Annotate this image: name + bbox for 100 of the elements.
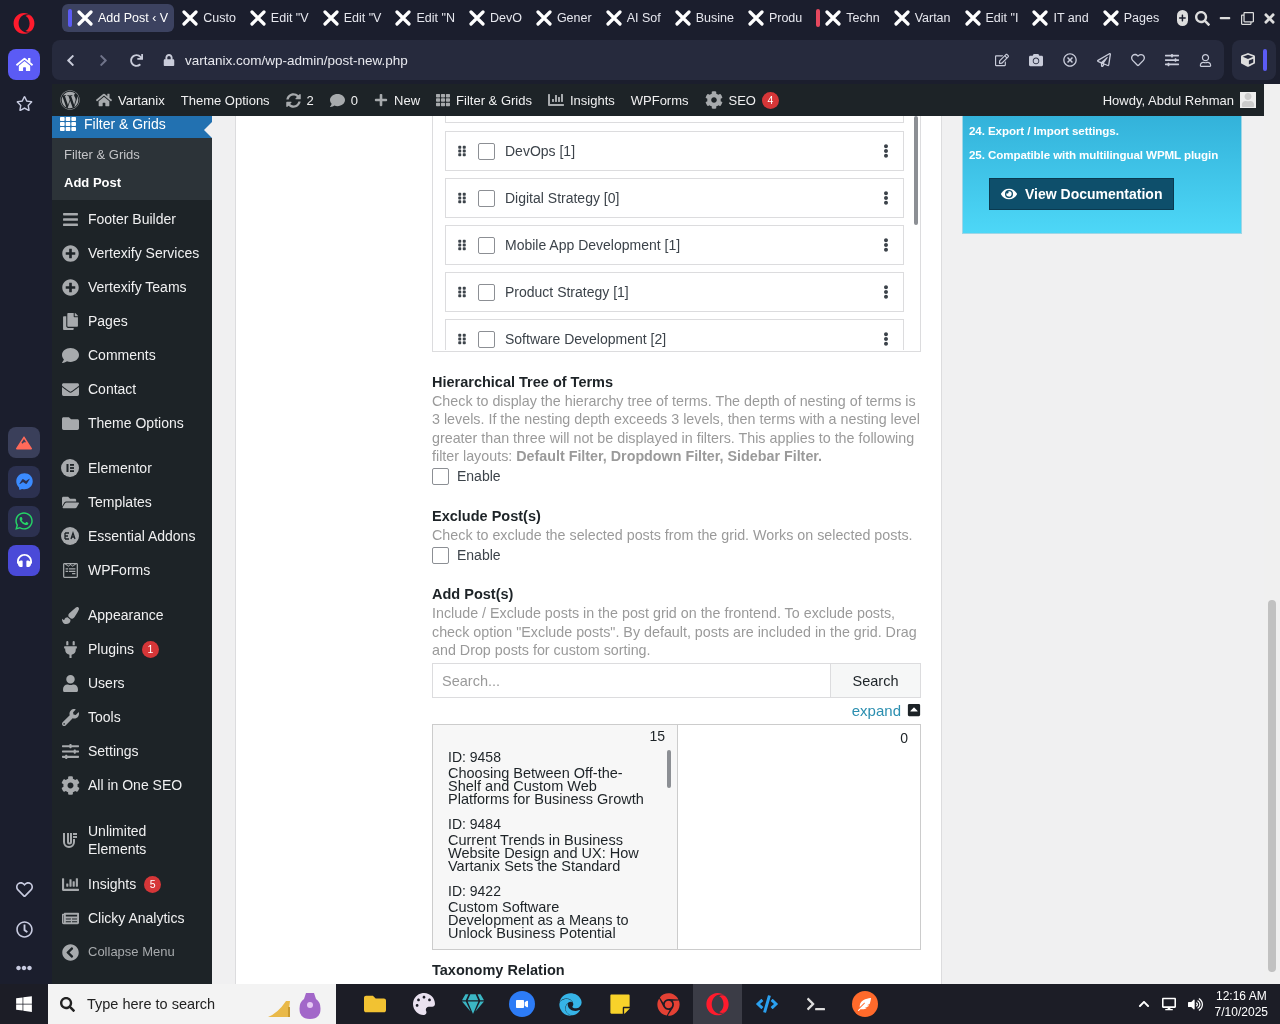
taskbar-search-field[interactable]: Type here to search [48,984,336,1024]
checkbox[interactable] [432,547,449,564]
admin-bar-item[interactable]: 0 [329,92,359,108]
caret-icon[interactable] [1137,998,1150,1010]
menu-item[interactable]: Templates [52,485,212,519]
clock[interactable]: 12:16 AM 7/10/2025 [1214,988,1268,1020]
camera-icon[interactable] [1029,53,1043,67]
sliders-icon[interactable] [1165,53,1179,67]
wordpress-logo-icon[interactable] [60,90,80,110]
checkbox[interactable] [478,283,495,301]
browser-tab[interactable]: AI Sof [599,4,667,32]
menu-item[interactable]: Essential Addons [52,519,212,553]
heart-icon[interactable] [1131,53,1145,67]
menu-item[interactable]: Settings [52,734,212,768]
view-documentation-button[interactable]: View Documentation [989,178,1175,210]
app-button[interactable] [8,427,40,459]
url-text[interactable]: vartanix.com/wp-admin/post-new.php [185,52,408,68]
edit-icon[interactable] [995,53,1009,67]
menu-item[interactable]: Footer Builder [52,202,212,236]
submenu-item[interactable]: Add Post [52,168,212,196]
menu-item[interactable]: Vertexify Teams [52,270,212,304]
menu-item[interactable]: Users [52,666,212,700]
browser-tab[interactable]: Edit "V [316,4,388,32]
browser-tab[interactable]: Custo [176,4,242,32]
extensions-button[interactable] [1232,40,1276,80]
admin-bar-item[interactable]: SEO 4 [704,91,779,109]
browser-tab[interactable]: Techn [810,4,886,32]
current-menu-item[interactable]: Filter & Grids [52,116,212,138]
drag-handle-icon[interactable] [456,333,468,345]
menu-item[interactable]: Pages [52,304,212,338]
admin-bar-item[interactable]: Insights [547,92,615,108]
term-item[interactable]: Digital Strategy [0] [445,178,904,218]
search-icon[interactable] [1194,10,1210,26]
menu-item[interactable]: Vertexify Services [52,236,212,270]
collapse-menu-button[interactable]: Collapse Menu [52,935,212,969]
network-icon[interactable] [1161,997,1176,1011]
checkbox[interactable] [478,236,495,254]
browser-tab[interactable]: Pages [1096,4,1166,32]
submenu-item[interactable]: Filter & Grids [52,140,212,168]
browser-tab[interactable]: Edit "N [389,4,461,32]
admin-bar-item[interactable]: Vartanix [96,92,165,108]
checkbox[interactable] [432,467,449,485]
opera-logo-icon[interactable] [13,13,35,35]
music-button[interactable] [8,544,40,577]
restore-icon[interactable] [1240,11,1254,25]
admin-bar-link[interactable]: WPForms [630,92,689,108]
messenger-button[interactable] [8,466,40,498]
search-button[interactable]: Search [830,664,920,698]
admin-bar-item[interactable]: 2 [285,92,314,108]
menu-item[interactable]: Elementor [52,451,212,485]
browser-tab[interactable]: Produ [741,4,809,32]
browser-tab[interactable]: Add Post ‹ V [62,4,175,32]
browser-tab[interactable]: IT and [1026,4,1095,32]
whatsapp-button[interactable] [8,505,40,537]
menu-item[interactable]: Insights 5 [52,867,212,901]
menu-item[interactable]: All in One SEO [52,768,212,802]
admin-bar-item[interactable]: Filter & Grids [436,92,532,108]
home-button[interactable] [8,48,40,80]
term-item[interactable]: DevOps [1] [445,131,904,171]
send-icon[interactable] [1097,53,1111,67]
menu-item[interactable]: Comments [52,338,212,372]
post-title[interactable]: Current Trends in Business Website Design and UX: How Vartanix Sets the Standard [448,834,648,874]
drag-handle-icon[interactable] [456,145,468,157]
browser-tab[interactable]: DevO [462,4,528,32]
scrollbar[interactable] [667,750,671,789]
browser-tab[interactable]: Vartan [887,4,957,32]
drag-handle-icon[interactable] [456,192,468,204]
back-icon[interactable] [64,53,77,67]
menu-item[interactable]: WPForms [52,553,212,587]
menu-item[interactable]: Clicky Analytics [52,901,212,935]
close-icon[interactable] [1262,10,1278,26]
browser-tab[interactable]: Edit "I [958,4,1025,32]
menu-item[interactable]: Appearance [52,598,212,632]
checkbox[interactable] [478,142,495,160]
scrollbar[interactable] [1264,84,1280,984]
checkbox[interactable] [478,189,495,207]
term-item[interactable]: Mobile App Development [1] [445,225,904,265]
start-icon[interactable] [15,995,33,1013]
post-search-field[interactable]: Search... Search [432,663,921,699]
admin-bar-item[interactable]: New [374,92,421,108]
admin-bar-link[interactable]: Theme Options [180,92,270,108]
post-title[interactable]: Custom Software Development as a Means to Unlock Business Potential [448,901,648,941]
reload-icon[interactable] [130,53,143,67]
checkbox[interactable] [478,330,495,348]
expand-icon[interactable] [907,703,921,718]
volume-icon[interactable] [1187,996,1203,1012]
drag-handle-icon[interactable] [456,239,468,251]
browser-tab[interactable]: Gener [529,4,598,32]
menu-item[interactable]: Theme Options [52,406,212,440]
user-icon[interactable] [1199,53,1212,67]
forward-icon[interactable] [97,53,110,67]
expand-link[interactable]: expand [851,701,901,719]
drag-handle-icon[interactable] [456,286,468,298]
menu-item[interactable]: Unlimited Elements [52,813,212,867]
post-title[interactable]: Choosing Between Off-the-Shelf and Custom Web Platforms for Business Growth [448,767,648,807]
scrollbar[interactable] [914,116,918,225]
new-tab-button[interactable] [1177,10,1188,26]
browser-tab[interactable]: Busine [668,4,740,32]
menu-item[interactable]: Contact [52,372,212,406]
term-item[interactable]: Software Development [2] [445,319,904,350]
